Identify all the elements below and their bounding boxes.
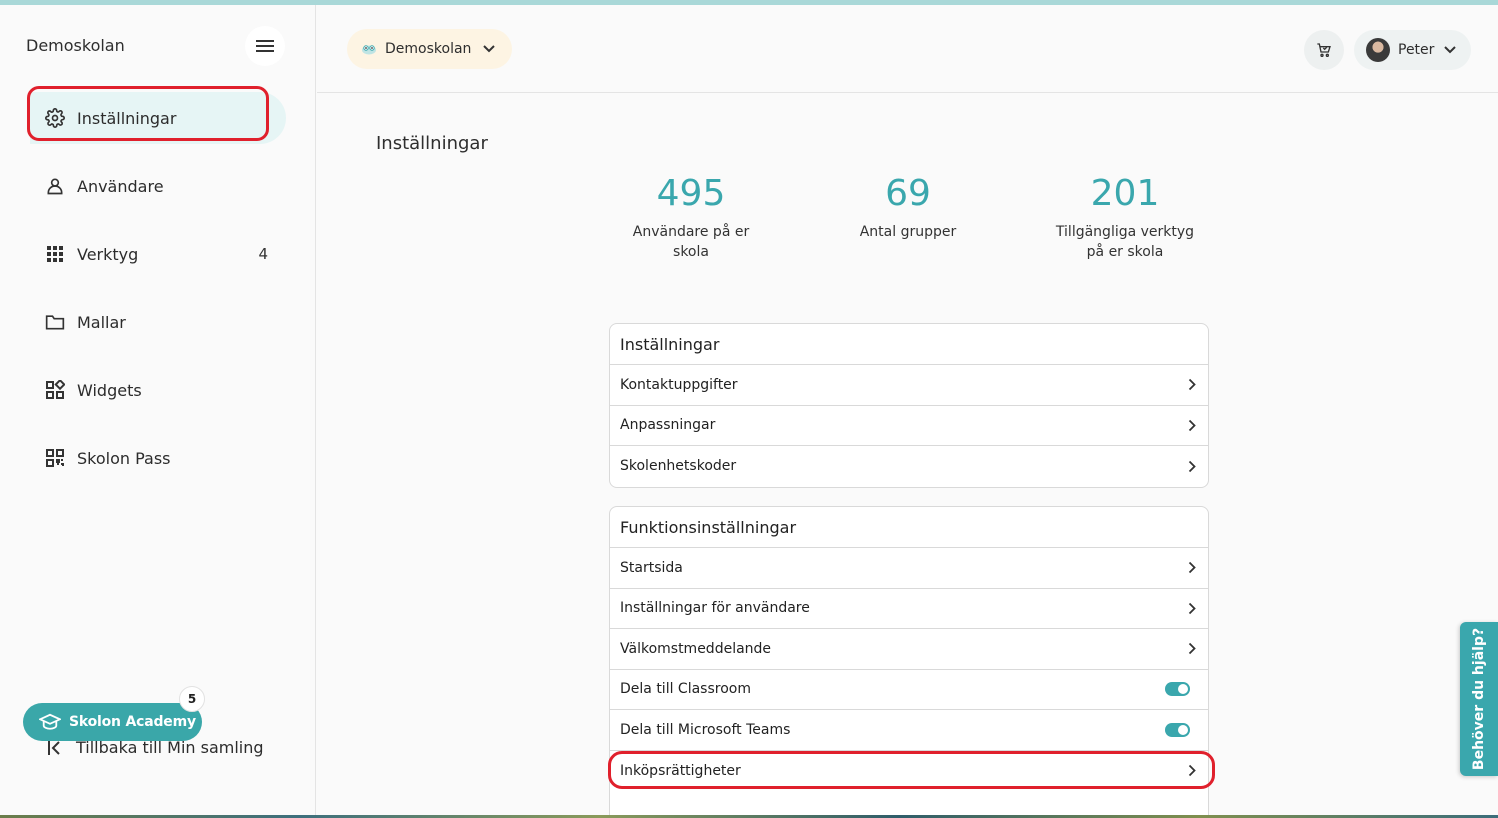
hamburger-icon — [256, 40, 274, 52]
sidebar-item-anvandare[interactable]: Användare — [30, 160, 286, 212]
brand-name: Demoskolan — [26, 36, 125, 55]
stat-label: Användare på er skola — [632, 224, 750, 260]
row-kontaktuppgifter[interactable]: Kontaktuppgifter — [610, 365, 1208, 406]
user-menu-button[interactable]: Peter — [1354, 30, 1471, 70]
row-label: Anpassningar — [620, 417, 716, 434]
row-label: Välkomstmeddelande — [620, 640, 772, 657]
cart-icon — [1317, 43, 1331, 57]
row-label: Inställningar för användare — [620, 600, 810, 617]
stat-label: Antal grupper — [859, 224, 957, 240]
back-link-label: Tillbaka till Min samling — [76, 738, 264, 757]
stat-users: 495 Användare på er skola — [606, 172, 776, 262]
chevron-right-icon — [1188, 764, 1196, 777]
row-label: Dela till Microsoft Teams — [620, 721, 791, 738]
chevron-right-icon — [1188, 460, 1196, 473]
school-selector-label: Demoskolan — [385, 41, 472, 57]
card-title: Funktionsinställningar — [610, 507, 1208, 548]
folder-icon — [44, 311, 66, 333]
user-name: Peter — [1398, 42, 1435, 58]
sidebar-item-label: Inställningar — [77, 108, 177, 128]
row-dela-till-classroom: Dela till Classroom — [610, 670, 1208, 710]
stat-value: 495 — [656, 173, 726, 214]
gear-icon — [44, 107, 66, 129]
academy-count-badge: 5 — [179, 686, 205, 712]
stat-value: 69 — [885, 173, 931, 214]
sidebar-item-label: Skolon Pass — [77, 448, 171, 468]
function-settings-card: Funktionsinställningar Startsida Inställ… — [609, 506, 1209, 818]
school-selector[interactable]: Demoskolan — [347, 29, 512, 69]
row-installningar-for-anvandare[interactable]: Inställningar för användare — [610, 589, 1208, 629]
grid-icon — [44, 243, 66, 265]
sidebar-item-installningar[interactable]: Inställningar — [30, 92, 286, 144]
chevron-down-icon — [1444, 46, 1457, 54]
sidebar-item-verktyg[interactable]: Verktyg 4 — [30, 228, 286, 280]
academy-label: Skolon Academy — [69, 714, 196, 730]
teams-toggle[interactable] — [1165, 722, 1190, 737]
collapse-left-icon — [46, 740, 64, 756]
chevron-right-icon — [1188, 378, 1196, 391]
row-anpassningar[interactable]: Anpassningar — [610, 406, 1208, 446]
sidebar-item-mallar[interactable]: Mallar — [30, 296, 286, 348]
tool-count-badge: 4 — [258, 245, 268, 263]
stat-groups: 69 Antal grupper — [823, 172, 993, 242]
help-tab-label: Behöver du hjälp? — [1471, 627, 1488, 771]
chevron-right-icon — [1188, 419, 1196, 432]
sidebar-item-skolon-pass[interactable]: Skolon Pass — [30, 432, 286, 484]
row-label: Kontaktuppgifter — [620, 376, 738, 393]
settings-card: Inställningar Kontaktuppgifter Anpassnin… — [609, 323, 1209, 488]
classroom-toggle[interactable] — [1165, 682, 1190, 697]
row-label: Startsida — [620, 559, 683, 576]
skolon-academy-button[interactable]: Skolon Academy — [23, 703, 202, 741]
back-to-collection-link[interactable]: Tillbaka till Min samling — [46, 738, 264, 757]
user-icon — [44, 175, 66, 197]
row-label: Inköpsrättigheter — [620, 762, 741, 779]
top-header: Demoskolan Peter — [317, 5, 1498, 93]
card-title: Inställningar — [610, 324, 1208, 365]
row-startsida[interactable]: Startsida — [610, 548, 1208, 589]
sidebar: Demoskolan Inställningar Användare Verkt… — [0, 5, 316, 815]
sidebar-item-label: Verktyg — [77, 244, 139, 264]
sidebar-item-label: Mallar — [77, 312, 126, 332]
chevron-down-icon — [483, 45, 496, 53]
widgets-icon — [44, 379, 66, 401]
stat-tools: 201 Tillgängliga verktyg på er skola — [1040, 172, 1210, 262]
chevron-right-icon — [1188, 602, 1196, 615]
menu-button[interactable] — [245, 26, 285, 66]
stat-label: Tillgängliga verktyg på er skola — [1055, 224, 1195, 260]
chevron-right-icon — [1188, 561, 1196, 574]
chevron-right-icon — [1188, 642, 1196, 655]
avatar — [1366, 38, 1390, 62]
row-label: Dela till Classroom — [620, 681, 751, 698]
stat-value: 201 — [1090, 173, 1160, 214]
qr-code-icon — [44, 447, 66, 469]
page-title: Inställningar — [376, 133, 488, 154]
school-logo-icon — [361, 43, 377, 55]
graduation-cap-icon — [39, 713, 61, 731]
sidebar-item-label: Widgets — [77, 380, 142, 400]
row-inkopsrattigheter[interactable]: Inköpsrättigheter — [610, 751, 1208, 792]
row-valkomstmeddelande[interactable]: Välkomstmeddelande — [610, 629, 1208, 670]
row-skolenhetskoder[interactable]: Skolenhetskoder — [610, 446, 1208, 487]
row-label: Skolenhetskoder — [620, 458, 737, 475]
help-tab[interactable]: Behöver du hjälp? — [1460, 622, 1498, 776]
sidebar-item-widgets[interactable]: Widgets — [30, 364, 286, 416]
sidebar-item-label: Användare — [77, 176, 164, 196]
cart-button[interactable] — [1304, 30, 1344, 70]
row-dela-till-teams: Dela till Microsoft Teams — [610, 710, 1208, 751]
